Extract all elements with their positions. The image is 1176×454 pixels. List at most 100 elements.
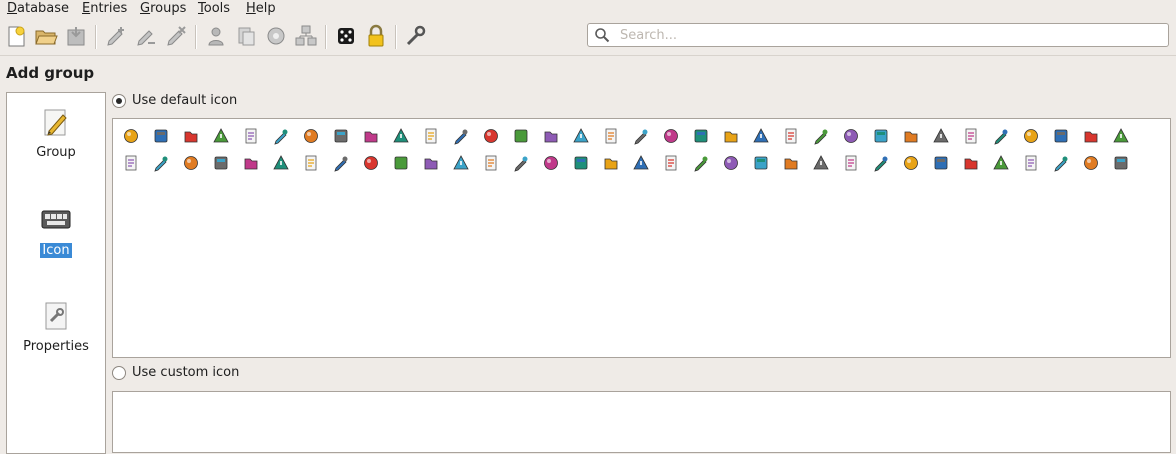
- scanner-icon[interactable]: [572, 127, 590, 145]
- add-entry-icon[interactable]: [103, 23, 129, 49]
- tux-icon[interactable]: [932, 154, 950, 172]
- check-icon[interactable]: [662, 154, 680, 172]
- help-icon[interactable]: [452, 154, 470, 172]
- phone-icon[interactable]: [1112, 154, 1130, 172]
- copy-password-icon[interactable]: [233, 23, 259, 49]
- server-icon[interactable]: [212, 127, 230, 145]
- floppy-icon[interactable]: [902, 127, 920, 145]
- search-icon[interactable]: [272, 154, 290, 172]
- clock-icon[interactable]: [242, 154, 260, 172]
- menu-groups[interactable]: Groups: [140, 1, 186, 17]
- notepad-icon[interactable]: [332, 127, 350, 145]
- settings-wrench-icon[interactable]: [403, 23, 429, 49]
- menu-database[interactable]: Database: [7, 1, 69, 17]
- default-icon-radio[interactable]: [112, 94, 126, 108]
- plug-icon[interactable]: [542, 127, 560, 145]
- folder-open-icon[interactable]: [542, 154, 560, 172]
- checkerboard-icon[interactable]: [1082, 127, 1100, 145]
- email-icon[interactable]: [692, 127, 710, 145]
- search-icon: [595, 28, 610, 43]
- hammer-icon[interactable]: [842, 154, 860, 172]
- pen-icon[interactable]: [692, 154, 710, 172]
- note-scroll-icon[interactable]: [422, 127, 440, 145]
- autotype-icon[interactable]: [263, 23, 289, 49]
- screen-icon[interactable]: [812, 127, 830, 145]
- disk-icon[interactable]: [932, 127, 950, 145]
- custom-icon-list: [112, 391, 1171, 453]
- lightning-icon[interactable]: [842, 127, 860, 145]
- book-icon[interactable]: [752, 154, 770, 172]
- clipboard-icon[interactable]: [752, 127, 770, 145]
- category-label: Icon: [40, 243, 72, 258]
- category-icon[interactable]: Icon: [7, 203, 105, 258]
- dollar-icon[interactable]: [1052, 154, 1070, 172]
- cd-icon[interactable]: [632, 127, 650, 145]
- trash-icon[interactable]: [362, 154, 380, 172]
- wikipedia-icon[interactable]: [1022, 154, 1040, 172]
- edit-entry-icon[interactable]: [133, 23, 159, 49]
- image-icon[interactable]: [302, 154, 320, 172]
- film-icon[interactable]: [962, 127, 980, 145]
- blocks-icon[interactable]: [302, 127, 320, 145]
- star-icon[interactable]: [902, 154, 920, 172]
- toolbar-separator: [325, 25, 326, 49]
- open-database-icon[interactable]: [33, 23, 59, 49]
- cross-icon[interactable]: [422, 154, 440, 172]
- warning-icon[interactable]: [182, 127, 200, 145]
- copy-username-icon[interactable]: [203, 23, 229, 49]
- grid-icon[interactable]: [1052, 127, 1070, 145]
- folder-db-icon[interactable]: [572, 154, 590, 172]
- category-group[interactable]: Group: [7, 105, 105, 160]
- key-icon[interactable]: [122, 127, 140, 145]
- terminal-icon[interactable]: [992, 127, 1010, 145]
- category-label: Group: [36, 145, 76, 160]
- globe-icon[interactable]: [152, 127, 170, 145]
- computer-icon[interactable]: [122, 154, 140, 172]
- archive-icon[interactable]: [152, 154, 170, 172]
- feather-icon[interactable]: [962, 154, 980, 172]
- delete-entry-icon[interactable]: [163, 23, 189, 49]
- id-card-icon[interactable]: [392, 127, 410, 145]
- save-database-icon[interactable]: [63, 23, 89, 49]
- wrench-icon[interactable]: [1112, 127, 1130, 145]
- package-icon[interactable]: [482, 154, 500, 172]
- camera-icon[interactable]: [452, 127, 470, 145]
- lock-open-icon[interactable]: [602, 154, 620, 172]
- add-group-icon[interactable]: [293, 23, 319, 49]
- lock-closed-icon[interactable]: [632, 154, 650, 172]
- search-box[interactable]: [587, 23, 1169, 47]
- paper-icon[interactable]: [782, 127, 800, 145]
- windows-icon[interactable]: [212, 154, 230, 172]
- icon-grid: [112, 118, 1171, 358]
- password-generator-icon[interactable]: [333, 23, 359, 49]
- custom-icon-radio[interactable]: [112, 366, 126, 380]
- list-icon[interactable]: [782, 154, 800, 172]
- world-star-icon[interactable]: [602, 127, 620, 145]
- pinned-note-icon[interactable]: [242, 127, 260, 145]
- category-properties[interactable]: Properties: [7, 299, 105, 354]
- user-key-icon[interactable]: [812, 154, 830, 172]
- apple-icon[interactable]: [992, 154, 1010, 172]
- printer-icon[interactable]: [1022, 127, 1040, 145]
- users-icon[interactable]: [272, 127, 290, 145]
- monitor-icon[interactable]: [662, 127, 680, 145]
- keyring-icon[interactable]: [512, 127, 530, 145]
- photo-icon[interactable]: [722, 154, 740, 172]
- lock-database-icon[interactable]: [363, 23, 389, 49]
- home-icon[interactable]: [872, 154, 890, 172]
- gear-icon[interactable]: [722, 127, 740, 145]
- sticky-note-icon[interactable]: [392, 154, 410, 172]
- mailbox-icon[interactable]: [872, 127, 890, 145]
- menu-help[interactable]: Help: [246, 1, 276, 17]
- memory-icon[interactable]: [332, 154, 350, 172]
- wireless-icon[interactable]: [482, 127, 500, 145]
- new-database-icon[interactable]: [3, 23, 29, 49]
- certificate-icon[interactable]: [1082, 154, 1100, 172]
- globe-plug-icon[interactable]: [362, 127, 380, 145]
- menu-tools[interactable]: Tools: [198, 1, 230, 17]
- menu-bar: Database Entries Groups Tools Help: [0, 0, 1176, 18]
- percent-icon[interactable]: [182, 154, 200, 172]
- folder-icon[interactable]: [512, 154, 530, 172]
- search-input[interactable]: [618, 25, 1162, 45]
- menu-entries[interactable]: Entries: [82, 1, 127, 17]
